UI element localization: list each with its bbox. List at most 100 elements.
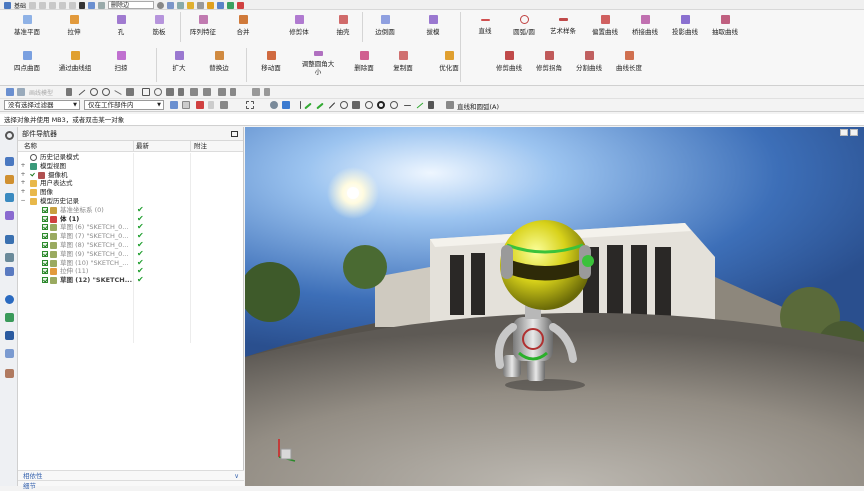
expand-icon[interactable]: + [20,179,26,188]
render-icon[interactable] [187,1,195,9]
search-icon[interactable] [157,1,165,9]
hd3d-icon[interactable] [5,235,14,244]
save-icon[interactable] [4,1,11,9]
dropdown-icon[interactable] [208,101,214,109]
window-icon[interactable] [98,1,106,9]
fillet-tool-icon[interactable] [154,88,162,96]
redo-icon[interactable] [39,1,47,9]
copy-face-button[interactable]: 复制面 [386,48,420,76]
paste-icon[interactable] [69,1,77,9]
move-face-button[interactable]: 移动面 [254,48,288,76]
command-search-input[interactable]: 删除边 [108,1,155,9]
offset-tool-icon[interactable] [218,88,226,96]
visibility-checkbox[interactable] [30,172,36,178]
tree-row[interactable]: 体 (1) ✔ [18,214,243,224]
through-curves-button[interactable]: 通过曲线组 [58,48,92,76]
web-browser-icon[interactable] [5,253,14,262]
visibility-checkbox[interactable] [42,259,48,266]
replace-edge-button[interactable]: 替换边 [202,48,236,76]
draft-button[interactable]: 拔模 [416,12,450,40]
constraint-navigator-icon[interactable] [5,175,14,184]
undo-arrow-icon[interactable] [88,1,96,9]
unite-button[interactable]: 合并 [226,12,260,40]
details-panel[interactable]: 细节 [18,480,244,490]
rectangle-tool-icon[interactable] [142,88,150,96]
undo-icon[interactable] [29,1,37,9]
roles-icon[interactable] [5,349,14,358]
snap-point-icon[interactable] [352,101,360,109]
tree-row[interactable]: 草图 (10) "SKETCH_... ✔ [18,258,243,268]
assembly-navigator-icon[interactable] [5,157,14,166]
snap-end-icon[interactable] [304,102,312,110]
snap-on-curve-icon[interactable] [416,102,424,109]
studio-spline-button[interactable]: 艺术样条 [546,12,580,40]
visibility-checkbox[interactable] [42,241,48,248]
resize-blend-button[interactable]: 调整圆角大小 [300,48,336,76]
optimize-face-button[interactable]: 优化面 [432,48,466,76]
restore-view-icon[interactable] [840,129,848,136]
column-name[interactable]: 名称 [24,141,37,152]
curve-rule-label[interactable]: 直线和圆弧(A) [457,101,499,111]
shell-button[interactable]: 抽壳 [326,12,360,40]
select-all-icon[interactable] [170,101,178,109]
corner-tool-icon[interactable] [203,88,211,96]
visibility-checkbox[interactable] [42,268,48,275]
view-icon[interactable] [270,101,278,109]
arrow-icon[interactable] [66,88,72,96]
expand-icon[interactable]: + [20,162,26,171]
divide-curve-button[interactable]: 分割曲线 [572,48,606,76]
collapse-icon[interactable]: − [20,197,26,206]
spline-tool-icon[interactable] [114,90,122,95]
visibility-checkbox[interactable] [42,250,48,257]
layout-icon[interactable] [167,1,175,9]
snap-center-icon[interactable] [365,101,373,109]
enlarge-button[interactable]: 扩大 [162,48,196,76]
line-button[interactable]: 直线 [468,12,502,40]
line-tool-icon[interactable] [78,89,86,96]
document-icon[interactable] [5,267,14,276]
extract-curve-button[interactable]: 抽取曲线 [708,12,742,40]
history-icon[interactable] [5,295,14,304]
part-navigator-icon[interactable] [5,193,14,202]
column-note[interactable]: 附注 [194,141,207,152]
dependencies-panel[interactable]: 相依性 ∨ [18,470,244,480]
lasso-icon[interactable] [220,101,228,109]
shading-icon[interactable] [177,1,185,9]
tree-row[interactable]: 草图 (8) "SKETCH_0... ✔ [18,240,243,250]
selection-scope-select[interactable]: 仅在工作部件内 ▼ [84,100,164,110]
measure-icon[interactable] [217,1,225,9]
expand-icon[interactable]: + [20,171,26,180]
tree-row[interactable]: 草图 (7) "SKETCH_0... ✔ [18,232,243,241]
maximize-view-icon[interactable] [850,129,858,136]
type-filter-select[interactable]: 没有选择过滤器 ▼ [4,100,80,110]
visibility-checkbox[interactable] [42,224,48,231]
tree-row[interactable]: 拉伸 (11) ✔ [18,267,243,276]
datum-plane-button[interactable]: 基准平面 [10,12,44,40]
snap-cross-icon[interactable] [404,105,411,106]
snap-arc-icon[interactable] [340,101,348,109]
system-scene-icon[interactable] [5,369,14,378]
tree-row[interactable]: 草图 (9) "SKETCH_0... ✔ [18,249,243,259]
plus-tool-icon[interactable] [178,88,184,96]
column-latest[interactable]: 最新 [136,141,149,152]
bridge-curve-button[interactable]: 桥接曲线 [628,12,662,40]
reuse-library-icon[interactable] [5,211,14,220]
visibility-checkbox[interactable] [42,206,48,213]
more-tools-icon[interactable] [230,88,236,96]
visibility-checkbox[interactable] [42,277,48,284]
graphics-window[interactable] [245,127,864,486]
rib-button[interactable]: 筋板 [142,12,176,40]
cube-icon[interactable] [282,101,290,109]
constraint-icon[interactable] [252,88,260,96]
trim-corner-button[interactable]: 修剪拐角 [532,48,566,76]
pattern-feature-button[interactable]: 阵列特征 [186,12,220,40]
dropdown-icon[interactable] [264,88,270,96]
settings-icon[interactable] [5,131,14,140]
tree-row[interactable]: 基准坐标系 (0) ✔ [18,205,243,215]
rectangle-select-icon[interactable] [246,101,254,109]
snap-tangent-icon[interactable] [390,101,398,109]
pattern-tool-icon[interactable] [166,88,174,96]
trim-curve-button[interactable]: 修剪曲线 [492,48,526,76]
color-icon[interactable] [237,1,245,9]
system-materials-icon[interactable] [5,313,14,322]
